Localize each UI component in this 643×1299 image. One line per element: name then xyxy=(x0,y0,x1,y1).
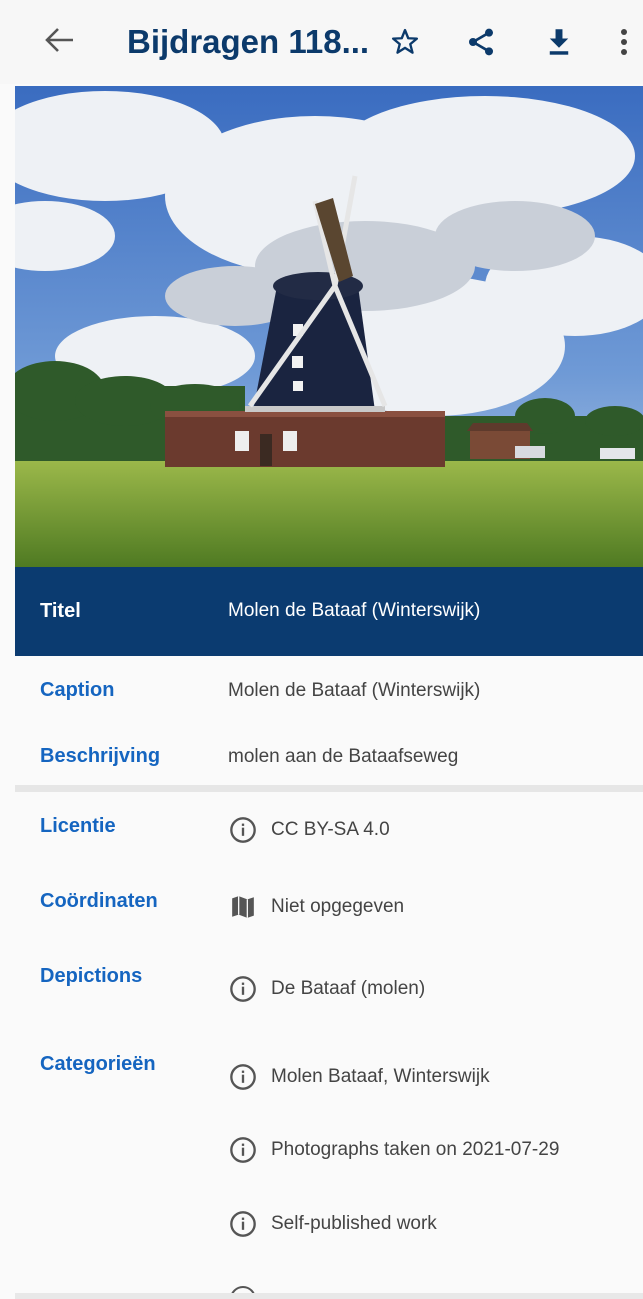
title-row: Titel Molen de Bataaf (Winterswijk) xyxy=(15,567,643,656)
coordinates-label: Coördinaten xyxy=(40,890,158,912)
info-icon xyxy=(228,815,258,845)
title-value: Molen de Bataaf (Winterswijk) xyxy=(228,600,481,621)
depictions-link[interactable]: De Bataaf (molen) xyxy=(228,972,425,1006)
info-icon xyxy=(228,974,258,1004)
category-item[interactable]: Photographs taken on 2021-07-29 xyxy=(228,1133,559,1167)
star-icon[interactable] xyxy=(383,20,427,64)
description-value: molen aan de Bataafseweg xyxy=(228,746,459,767)
info-icon xyxy=(228,1062,258,1092)
description-label: Beschrijving xyxy=(40,745,161,767)
windmill-photo[interactable] xyxy=(15,86,643,567)
section-divider xyxy=(15,785,643,792)
category-label: Molen Bataaf, Winterswijk xyxy=(271,1066,490,1087)
coordinates-value: Niet opgegeven xyxy=(271,896,405,917)
caption-value: Molen de Bataaf (Winterswijk) xyxy=(228,680,481,701)
category-label: Photographs taken on 2021-07-29 xyxy=(271,1139,560,1160)
category-label: Self-published work xyxy=(271,1213,437,1234)
depictions-value: De Bataaf (molen) xyxy=(271,978,426,999)
title-label: Titel xyxy=(40,600,81,622)
category-item[interactable]: Self-published work xyxy=(228,1207,437,1241)
bottom-edge xyxy=(15,1293,643,1299)
coordinates-link[interactable]: Niet opgegeven xyxy=(228,890,404,924)
info-icon xyxy=(228,1209,258,1239)
more-vert-icon[interactable] xyxy=(602,20,643,64)
license-label: Licentie xyxy=(40,815,116,837)
page-title: Bijdragen 118... xyxy=(127,23,370,60)
map-icon xyxy=(228,892,258,922)
info-icon xyxy=(228,1135,258,1165)
category-item[interactable]: Molen Bataaf, Winterswijk xyxy=(228,1060,490,1094)
license-value: CC BY-SA 4.0 xyxy=(271,819,390,840)
license-link[interactable]: CC BY-SA 4.0 xyxy=(228,813,390,847)
app-bar: Bijdragen 118... xyxy=(0,0,643,84)
caption-label: Caption xyxy=(40,679,115,701)
download-icon[interactable] xyxy=(537,20,581,64)
share-icon[interactable] xyxy=(459,20,503,64)
depictions-label: Depictions xyxy=(40,965,143,987)
categories-label: Categorieën xyxy=(40,1053,156,1075)
back-arrow-icon[interactable] xyxy=(40,20,80,60)
